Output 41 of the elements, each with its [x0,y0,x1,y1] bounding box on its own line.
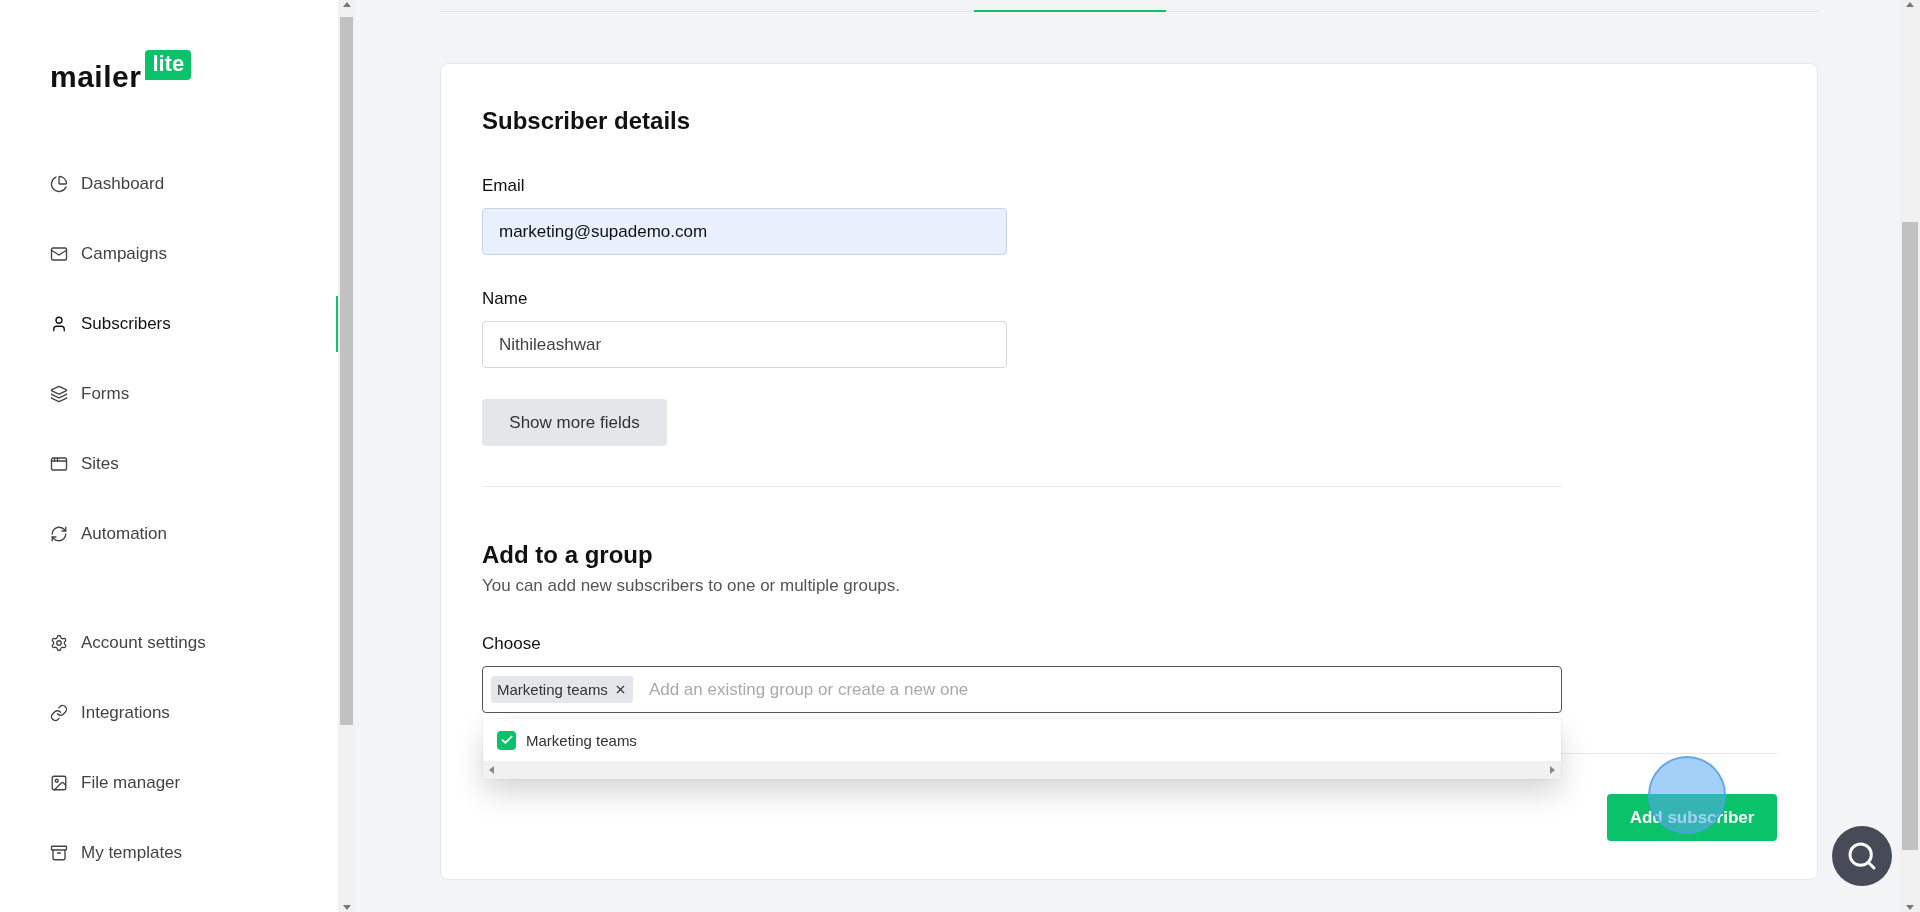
field-label: Name [482,289,529,309]
nav-icon [50,774,68,792]
sidebar-item[interactable]: File manager [0,755,338,811]
sidebar-item[interactable]: Forms [0,366,338,422]
scrollbar[interactable] [338,0,355,912]
input-field[interactable]: Nithileashwar [482,321,1007,368]
field-label: Choose [482,634,542,654]
sidebar-item[interactable]: Subscribers [0,296,338,352]
scrollbar[interactable] [483,761,1561,779]
sidebar-item[interactable]: Campaigns [0,226,338,282]
nav-icon [50,704,68,722]
nav-icon [50,525,68,543]
show-more-button[interactable]: Show more fields [482,399,667,446]
section-description: You can add new subscribers to one or multiple groups. [482,575,901,597]
nav-icon [50,455,68,473]
sidebar-item[interactable]: Integrations [0,685,338,741]
field-label: Email [482,176,526,196]
check-icon [499,733,514,747]
input-field[interactable]: marketing@supademo.com [482,208,1007,255]
group-tag: Marketing teams [491,676,633,703]
help-button[interactable] [1832,826,1892,886]
group-select-field[interactable]: Marketing teams Add an existing group or create a new one [482,666,1562,713]
section-title: Subscriber details [482,106,692,136]
sidebar-item[interactable]: Dashboard [0,156,338,212]
nav-icon [50,844,68,862]
mailerlite-logo: mailer lite [50,52,338,92]
search-icon [1846,840,1878,872]
sidebar-item[interactable]: Sites [0,436,338,492]
sidebar-item[interactable]: Account settings [0,615,338,671]
active-indicator [336,296,338,352]
sidebar-item[interactable]: Automation [0,506,338,562]
sidebar-item[interactable]: My templates [0,825,338,881]
nav-icon [50,634,68,652]
nav-icon [50,385,68,403]
nav-icon [50,175,68,193]
scrollbar[interactable] [1900,0,1920,912]
nav-icon [50,315,68,333]
dropdown-option[interactable]: Marketing teams [483,719,1561,761]
section-title: Add to a group [482,540,654,570]
nav-icon [50,245,68,263]
checkbox[interactable] [497,730,516,750]
